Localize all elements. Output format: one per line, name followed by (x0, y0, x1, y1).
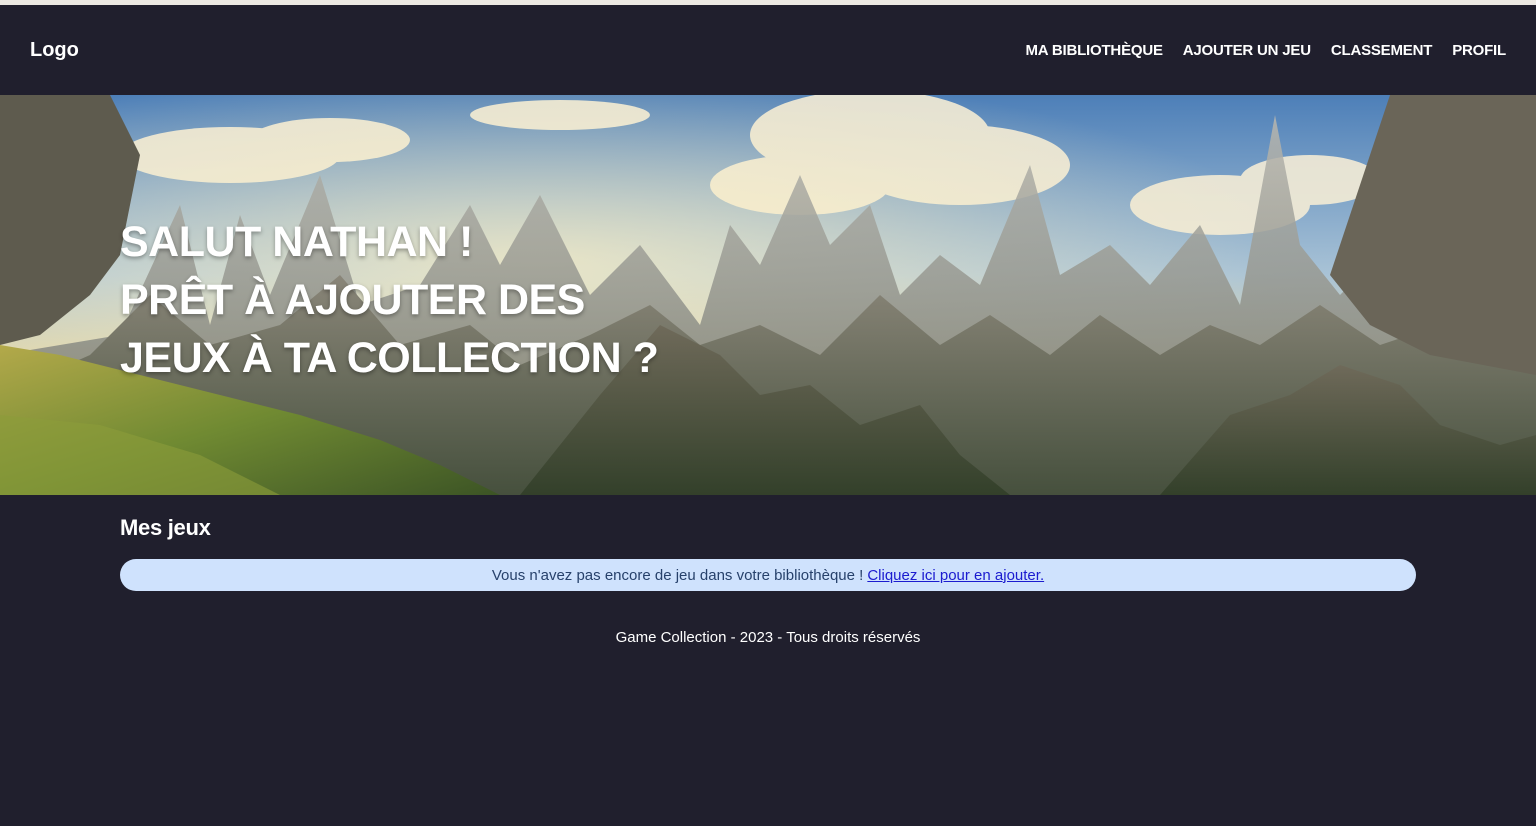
section-title: Mes jeux (120, 515, 211, 540)
nav-menu: MA BIBLIOTHÈQUE AJOUTER UN JEU CLASSEMEN… (1026, 42, 1507, 59)
hero-line-3: JEUX À TA COLLECTION ? (120, 334, 659, 382)
nav-link-add-game[interactable]: AJOUTER UN JEU (1183, 42, 1311, 59)
main-content: Mes jeux Vous n'avez pas encore de jeu d… (0, 495, 1536, 591)
hero-greeting: SALUT NATHAN ! PRÊT À AJOUTER DES JEUX À… (120, 213, 659, 387)
nav-link-ranking[interactable]: CLASSEMENT (1331, 42, 1433, 59)
alert-message: Vous n'avez pas encore de jeu dans votre… (491, 566, 864, 584)
hero-line-2: PRÊT À AJOUTER DES (120, 276, 585, 324)
empty-library-alert: Vous n'avez pas encore de jeu dans votre… (120, 559, 1416, 591)
footer: Game Collection - 2023 - Tous droits rés… (0, 629, 1536, 646)
hero-line-1: SALUT NATHAN ! (120, 218, 473, 266)
add-game-link[interactable]: Cliquez ici pour en ajouter. (867, 567, 1044, 584)
nav-link-library[interactable]: MA BIBLIOTHÈQUE (1026, 42, 1163, 59)
navbar: Logo MA BIBLIOTHÈQUE AJOUTER UN JEU CLAS… (0, 5, 1536, 95)
logo[interactable]: Logo (30, 39, 79, 62)
nav-link-profile[interactable]: PROFIL (1452, 42, 1506, 59)
footer-text: Game Collection - 2023 - Tous droits rés… (615, 629, 921, 646)
hero-banner: SALUT NATHAN ! PRÊT À AJOUTER DES JEUX À… (0, 95, 1536, 495)
